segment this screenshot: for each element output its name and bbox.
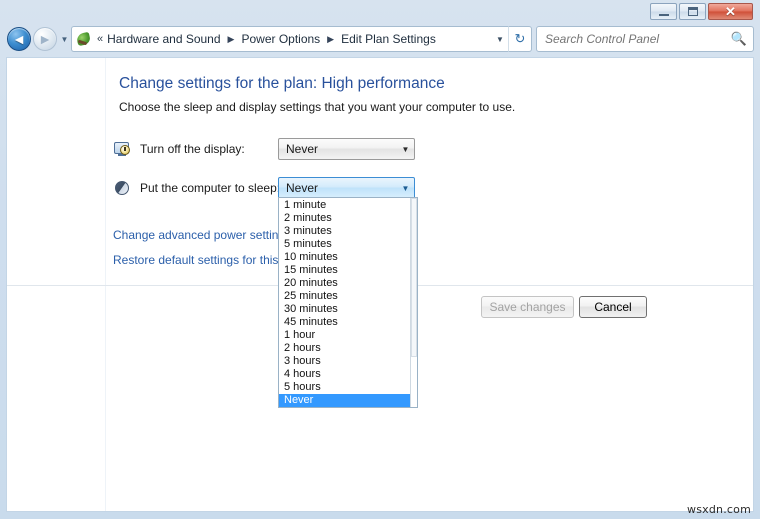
setting-row-display: Turn off the display: — [113, 138, 245, 160]
chevron-down-icon: ▼ — [61, 35, 69, 44]
breadcrumb-item-power-options[interactable]: Power Options — [240, 32, 321, 46]
scrollbar-thumb[interactable] — [411, 198, 417, 357]
refresh-button[interactable]: ↻ — [508, 26, 532, 52]
chevron-down-icon[interactable]: ▼ — [397, 184, 414, 193]
dropdown-option[interactable]: 5 minutes — [279, 238, 410, 251]
search-input[interactable] — [545, 32, 731, 46]
back-arrow-icon: ◄ — [12, 32, 26, 46]
maximize-button[interactable] — [679, 3, 706, 20]
cancel-label: Cancel — [594, 300, 631, 314]
chevron-down-icon[interactable]: ▼ — [397, 145, 414, 154]
minimize-button[interactable] — [650, 3, 677, 20]
chevron-down-icon: ▼ — [496, 35, 504, 44]
dropdown-option[interactable]: 1 minute — [279, 199, 410, 212]
dropdown-option[interactable]: 5 hours — [279, 381, 410, 394]
dropdown-option[interactable]: 4 hours — [279, 368, 410, 381]
dropdown-option[interactable]: 10 minutes — [279, 251, 410, 264]
breadcrumb-item-edit-plan-settings[interactable]: Edit Plan Settings — [340, 32, 437, 46]
dropdown-option[interactable]: 15 minutes — [279, 264, 410, 277]
turn-off-display-value: Never — [279, 142, 397, 156]
title-bar: ✕ — [0, 0, 760, 22]
dropdown-option[interactable]: 30 minutes — [279, 303, 410, 316]
dropdown-option[interactable]: 2 hours — [279, 342, 410, 355]
sleep-dropdown-list[interactable]: 1 minute2 minutes3 minutes5 minutes10 mi… — [278, 197, 418, 408]
maximize-icon — [688, 7, 698, 16]
turn-off-display-combobox[interactable]: Never ▼ — [278, 138, 415, 160]
dropdown-option[interactable]: 20 minutes — [279, 277, 410, 290]
save-changes-button[interactable]: Save changes — [481, 296, 574, 318]
recent-pages-button[interactable]: ▼ — [60, 35, 69, 44]
nav-pane-separator — [7, 285, 106, 286]
breadcrumb-overflow-icon[interactable]: « — [97, 33, 102, 45]
dropdown-option[interactable]: 3 hours — [279, 355, 410, 368]
page-subtitle: Choose the sleep and display settings th… — [119, 100, 515, 114]
close-button[interactable]: ✕ — [708, 3, 753, 20]
search-box[interactable]: 🔍 — [536, 26, 754, 52]
dropdown-option[interactable]: 45 minutes — [279, 316, 410, 329]
dropdown-option[interactable]: Never — [279, 394, 410, 407]
control-panel-icon — [76, 31, 92, 47]
save-changes-label: Save changes — [489, 300, 565, 314]
dropdown-scrollbar[interactable] — [410, 198, 417, 407]
setting-label-display: Turn off the display: — [140, 142, 245, 156]
content-pane: Change settings for the plan: High perfo… — [106, 58, 753, 511]
search-icon: 🔍 — [731, 31, 747, 47]
sleep-icon — [113, 179, 133, 197]
dropdown-option[interactable]: 1 hour — [279, 329, 410, 342]
back-button[interactable]: ◄ — [7, 27, 31, 51]
sleep-combobox[interactable]: Never ▼ — [278, 177, 415, 199]
watermark: wsxdn.com — [687, 503, 751, 516]
content-separator — [106, 285, 753, 286]
link-restore-default-settings[interactable]: Restore default settings for this plan — [113, 253, 304, 267]
dropdown-option[interactable]: 3 minutes — [279, 225, 410, 238]
page-title: Change settings for the plan: High perfo… — [119, 75, 445, 93]
caption-button-group: ✕ — [650, 3, 753, 20]
setting-label-sleep: Put the computer to sleep: — [140, 181, 280, 195]
minimize-icon — [659, 13, 669, 16]
breadcrumb[interactable]: « Hardware and Sound ▶ Power Options ▶ E… — [71, 26, 508, 52]
link-change-advanced-power-settings[interactable]: Change advanced power settings — [113, 228, 291, 242]
control-panel-window: ✕ ◄ ► ▼ « Hardware and Sound ▶ Power Opt… — [0, 0, 760, 519]
forward-button[interactable]: ► — [33, 27, 57, 51]
refresh-icon: ↻ — [515, 31, 526, 47]
cancel-button[interactable]: Cancel — [579, 296, 647, 318]
breadcrumb-dropdown-button[interactable]: ▼ — [492, 26, 508, 52]
breadcrumb-item-hardware-and-sound[interactable]: Hardware and Sound — [106, 32, 221, 46]
sleep-combobox-value: Never — [279, 181, 397, 195]
dropdown-options: 1 minute2 minutes3 minutes5 minutes10 mi… — [279, 198, 410, 407]
display-icon — [113, 140, 133, 158]
dropdown-option[interactable]: 2 minutes — [279, 212, 410, 225]
breadcrumb-separator-icon[interactable]: ▶ — [327, 34, 334, 45]
breadcrumb-separator-icon[interactable]: ▶ — [228, 34, 235, 45]
dropdown-option[interactable]: 25 minutes — [279, 290, 410, 303]
forward-arrow-icon: ► — [38, 32, 52, 46]
setting-row-sleep: Put the computer to sleep: — [113, 177, 280, 199]
address-bar-row: ◄ ► ▼ « Hardware and Sound ▶ Power Optio… — [0, 22, 760, 56]
close-icon: ✕ — [725, 5, 736, 18]
